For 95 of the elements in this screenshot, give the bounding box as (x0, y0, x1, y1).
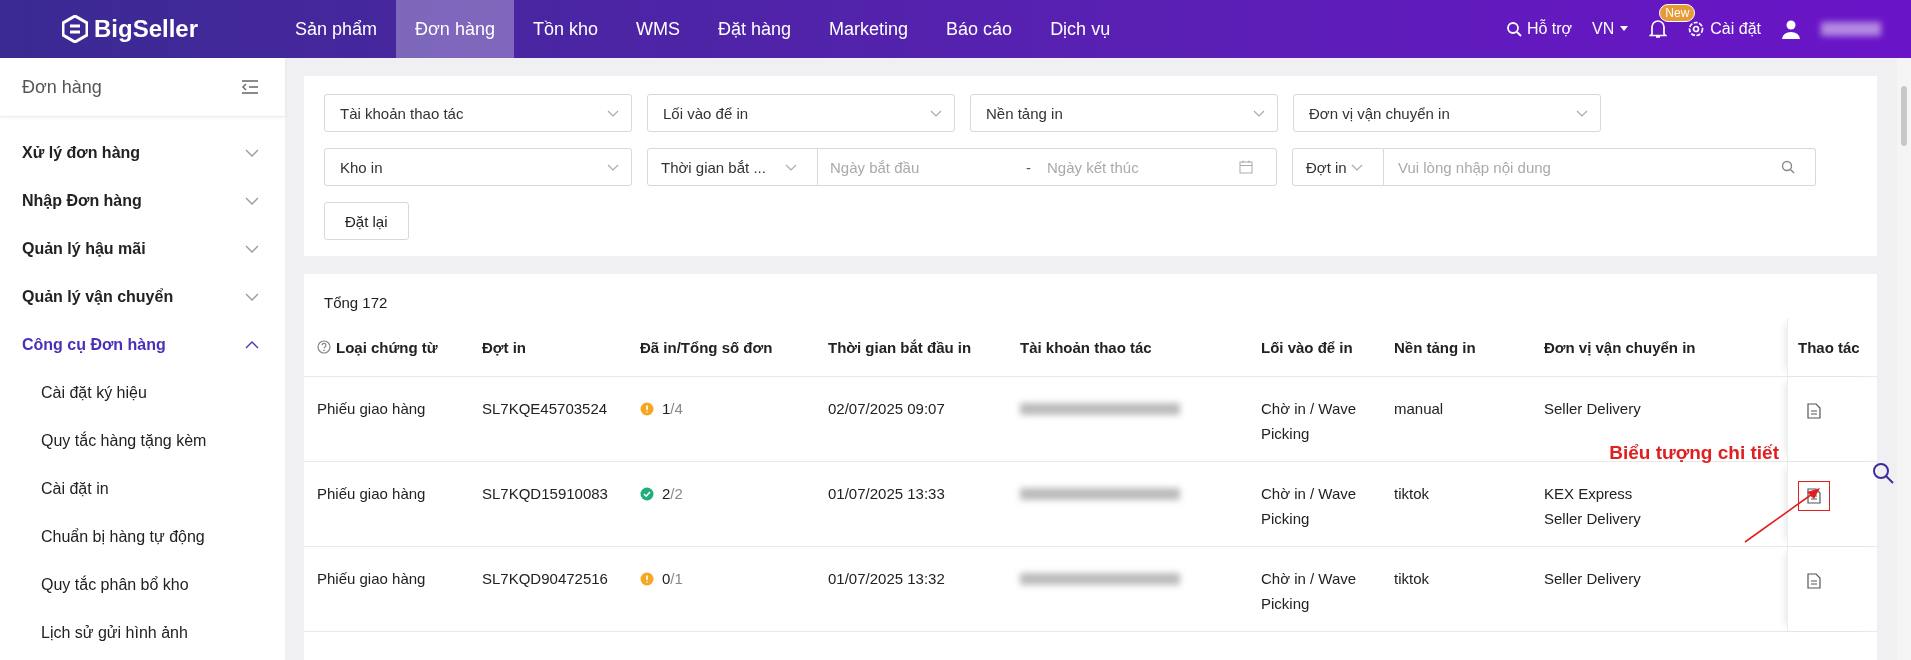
chevron-down-icon (1351, 163, 1363, 171)
table-cell-text: 01/07/2025 13:33 (827, 484, 946, 504)
table-cell-text: 02/07/2025 09:07 (827, 399, 946, 419)
nav-tab[interactable]: Marketing (810, 0, 928, 58)
sidebar-group[interactable]: Công cụ Đơn hàng (0, 321, 285, 369)
batch-type-dropdown[interactable]: Đợt in (1292, 148, 1384, 186)
nav-tab[interactable]: Đặt hàng (698, 0, 811, 58)
reset-button[interactable]: Đặt lại (324, 202, 409, 240)
warning-icon (640, 572, 654, 586)
table-cell-text: SL7KQD15910083 (481, 484, 609, 504)
nav-tab[interactable]: WMS (616, 0, 699, 58)
column-header: Loại chứng từ (304, 334, 472, 360)
chevron-down-icon (245, 293, 259, 301)
settings-icon (1687, 20, 1706, 38)
table-cell-text: SL7KQE45703524 (481, 399, 609, 419)
nav-tab[interactable]: Dịch vụ (1031, 0, 1130, 58)
chevron-down-icon (607, 109, 619, 117)
chevron-down-icon (245, 197, 259, 205)
column-header: Đã in/Tổng số đơn (639, 337, 774, 358)
settings-link[interactable]: Cài đặt (1687, 20, 1761, 38)
chevron-down-icon (245, 149, 259, 157)
chevron-up-icon (245, 341, 259, 349)
chevron-down-icon (1576, 109, 1588, 117)
nav-tab[interactable]: Báo cáo (927, 0, 1032, 58)
warehouse-dropdown[interactable]: Kho in (324, 148, 632, 186)
filter-dropdown[interactable]: Nền tảng in (970, 94, 1278, 132)
sidebar-group[interactable]: Nhập Đơn hàng (0, 177, 285, 225)
date-separator: - (1026, 158, 1031, 176)
filter-dropdown[interactable]: Tài khoản thao tác (324, 94, 632, 132)
table-cell-text: Phiếu giao hàng (316, 569, 427, 589)
chevron-down-icon (930, 109, 942, 117)
table-cell-text: Chờ in / Wave Picking (1260, 484, 1358, 529)
caret-icon (1619, 26, 1630, 32)
table-cell-text: manual (1393, 399, 1445, 419)
printed-count: 0/1 (662, 569, 683, 589)
printed-count: 2/2 (662, 484, 683, 504)
redacted-text (1821, 22, 1881, 36)
check-icon (640, 487, 654, 501)
column-header: Lối vào để in (1260, 337, 1354, 358)
table-cell-text: Seller Delivery (1543, 569, 1642, 589)
table-cell-text: SL7KQD90472516 (481, 569, 609, 589)
table-cell-text: Phiếu giao hàng (316, 484, 427, 504)
sidebar-item[interactable]: Chuẩn bị hàng tự động (0, 513, 285, 561)
sidebar-item[interactable]: Cài đặt in (0, 465, 285, 513)
sidebar-group[interactable]: Quản lý hậu mãi (0, 225, 285, 273)
new-badge: New (1659, 4, 1696, 22)
user-icon[interactable] (1781, 19, 1801, 39)
document-icon[interactable] (1807, 488, 1821, 504)
table-cell-text: tiktok (1393, 569, 1430, 589)
table-cell-text: KEX Express Seller Delivery (1543, 484, 1642, 529)
table-cell-text: 01/07/2025 13:32 (827, 569, 946, 589)
sidebar-item[interactable]: Quy tắc phân bổ kho (0, 561, 285, 609)
annotation-label: Biểu tượng chi tiết (1609, 441, 1779, 465)
chevron-down-icon (245, 245, 259, 253)
nav-tab[interactable]: Sản phẩm (276, 0, 397, 58)
column-header: Đơn vị vận chuyển in (1543, 337, 1697, 358)
sidebar-group[interactable]: Quản lý vận chuyển (0, 273, 285, 321)
search-icon[interactable] (1871, 461, 1895, 485)
filter-dropdown[interactable]: Lối vào để in (647, 94, 955, 132)
column-header: Nền tảng in (1393, 337, 1477, 358)
table-cell-text: tiktok (1393, 484, 1430, 504)
filter-dropdown[interactable]: Đơn vị vận chuyển in (1293, 94, 1601, 132)
sidebar-item[interactable]: Quy tắc hàng tặng kèm (0, 417, 285, 465)
column-header: Thời gian bắt đầu in (827, 337, 973, 358)
sidebar-item[interactable]: Cài đặt ký hiệu (0, 369, 285, 417)
warning-icon (640, 402, 654, 416)
sidebar-title: Đơn hàng (22, 76, 102, 98)
column-header: Tài khoản thao tác (1019, 337, 1153, 358)
nav-tab[interactable]: Tồn kho (513, 0, 617, 58)
brand-name: BigSeller (94, 15, 199, 43)
column-header: Đợt in (481, 337, 527, 358)
table-cell-text: Seller Delivery (1543, 399, 1642, 419)
total-count: Tổng 172 (323, 293, 389, 313)
table-cell-text: Chờ in / Wave Picking (1260, 399, 1358, 444)
printed-count: 1/4 (662, 399, 683, 419)
scrollbar-thumb[interactable] (1901, 86, 1907, 146)
bell-icon[interactable] (1649, 19, 1668, 39)
chevron-down-icon (785, 163, 797, 171)
chevron-down-icon (1253, 109, 1265, 117)
sidebar-group[interactable]: Xử lý đơn hàng (0, 129, 285, 177)
help-icon[interactable] (317, 340, 331, 354)
language-dropdown[interactable]: VN (1592, 20, 1630, 38)
logo-icon (62, 15, 88, 43)
table-cell-text: Chờ in / Wave Picking (1260, 569, 1358, 614)
collapse-menu-icon[interactable] (241, 80, 259, 94)
document-icon[interactable] (1807, 573, 1821, 589)
document-icon[interactable] (1807, 403, 1821, 419)
nav-tab[interactable]: Đơn hàng (396, 0, 514, 58)
sidebar-item[interactable]: Lịch sử gửi hình ảnh (0, 609, 285, 657)
search-icon (1505, 21, 1522, 37)
chevron-down-icon (607, 163, 619, 171)
table-cell-text: Phiếu giao hàng (316, 399, 427, 419)
calendar-icon[interactable] (1239, 160, 1253, 174)
support-link[interactable]: Hỗ trợ (1505, 20, 1573, 38)
column-header: Thao tác (1787, 318, 1877, 376)
